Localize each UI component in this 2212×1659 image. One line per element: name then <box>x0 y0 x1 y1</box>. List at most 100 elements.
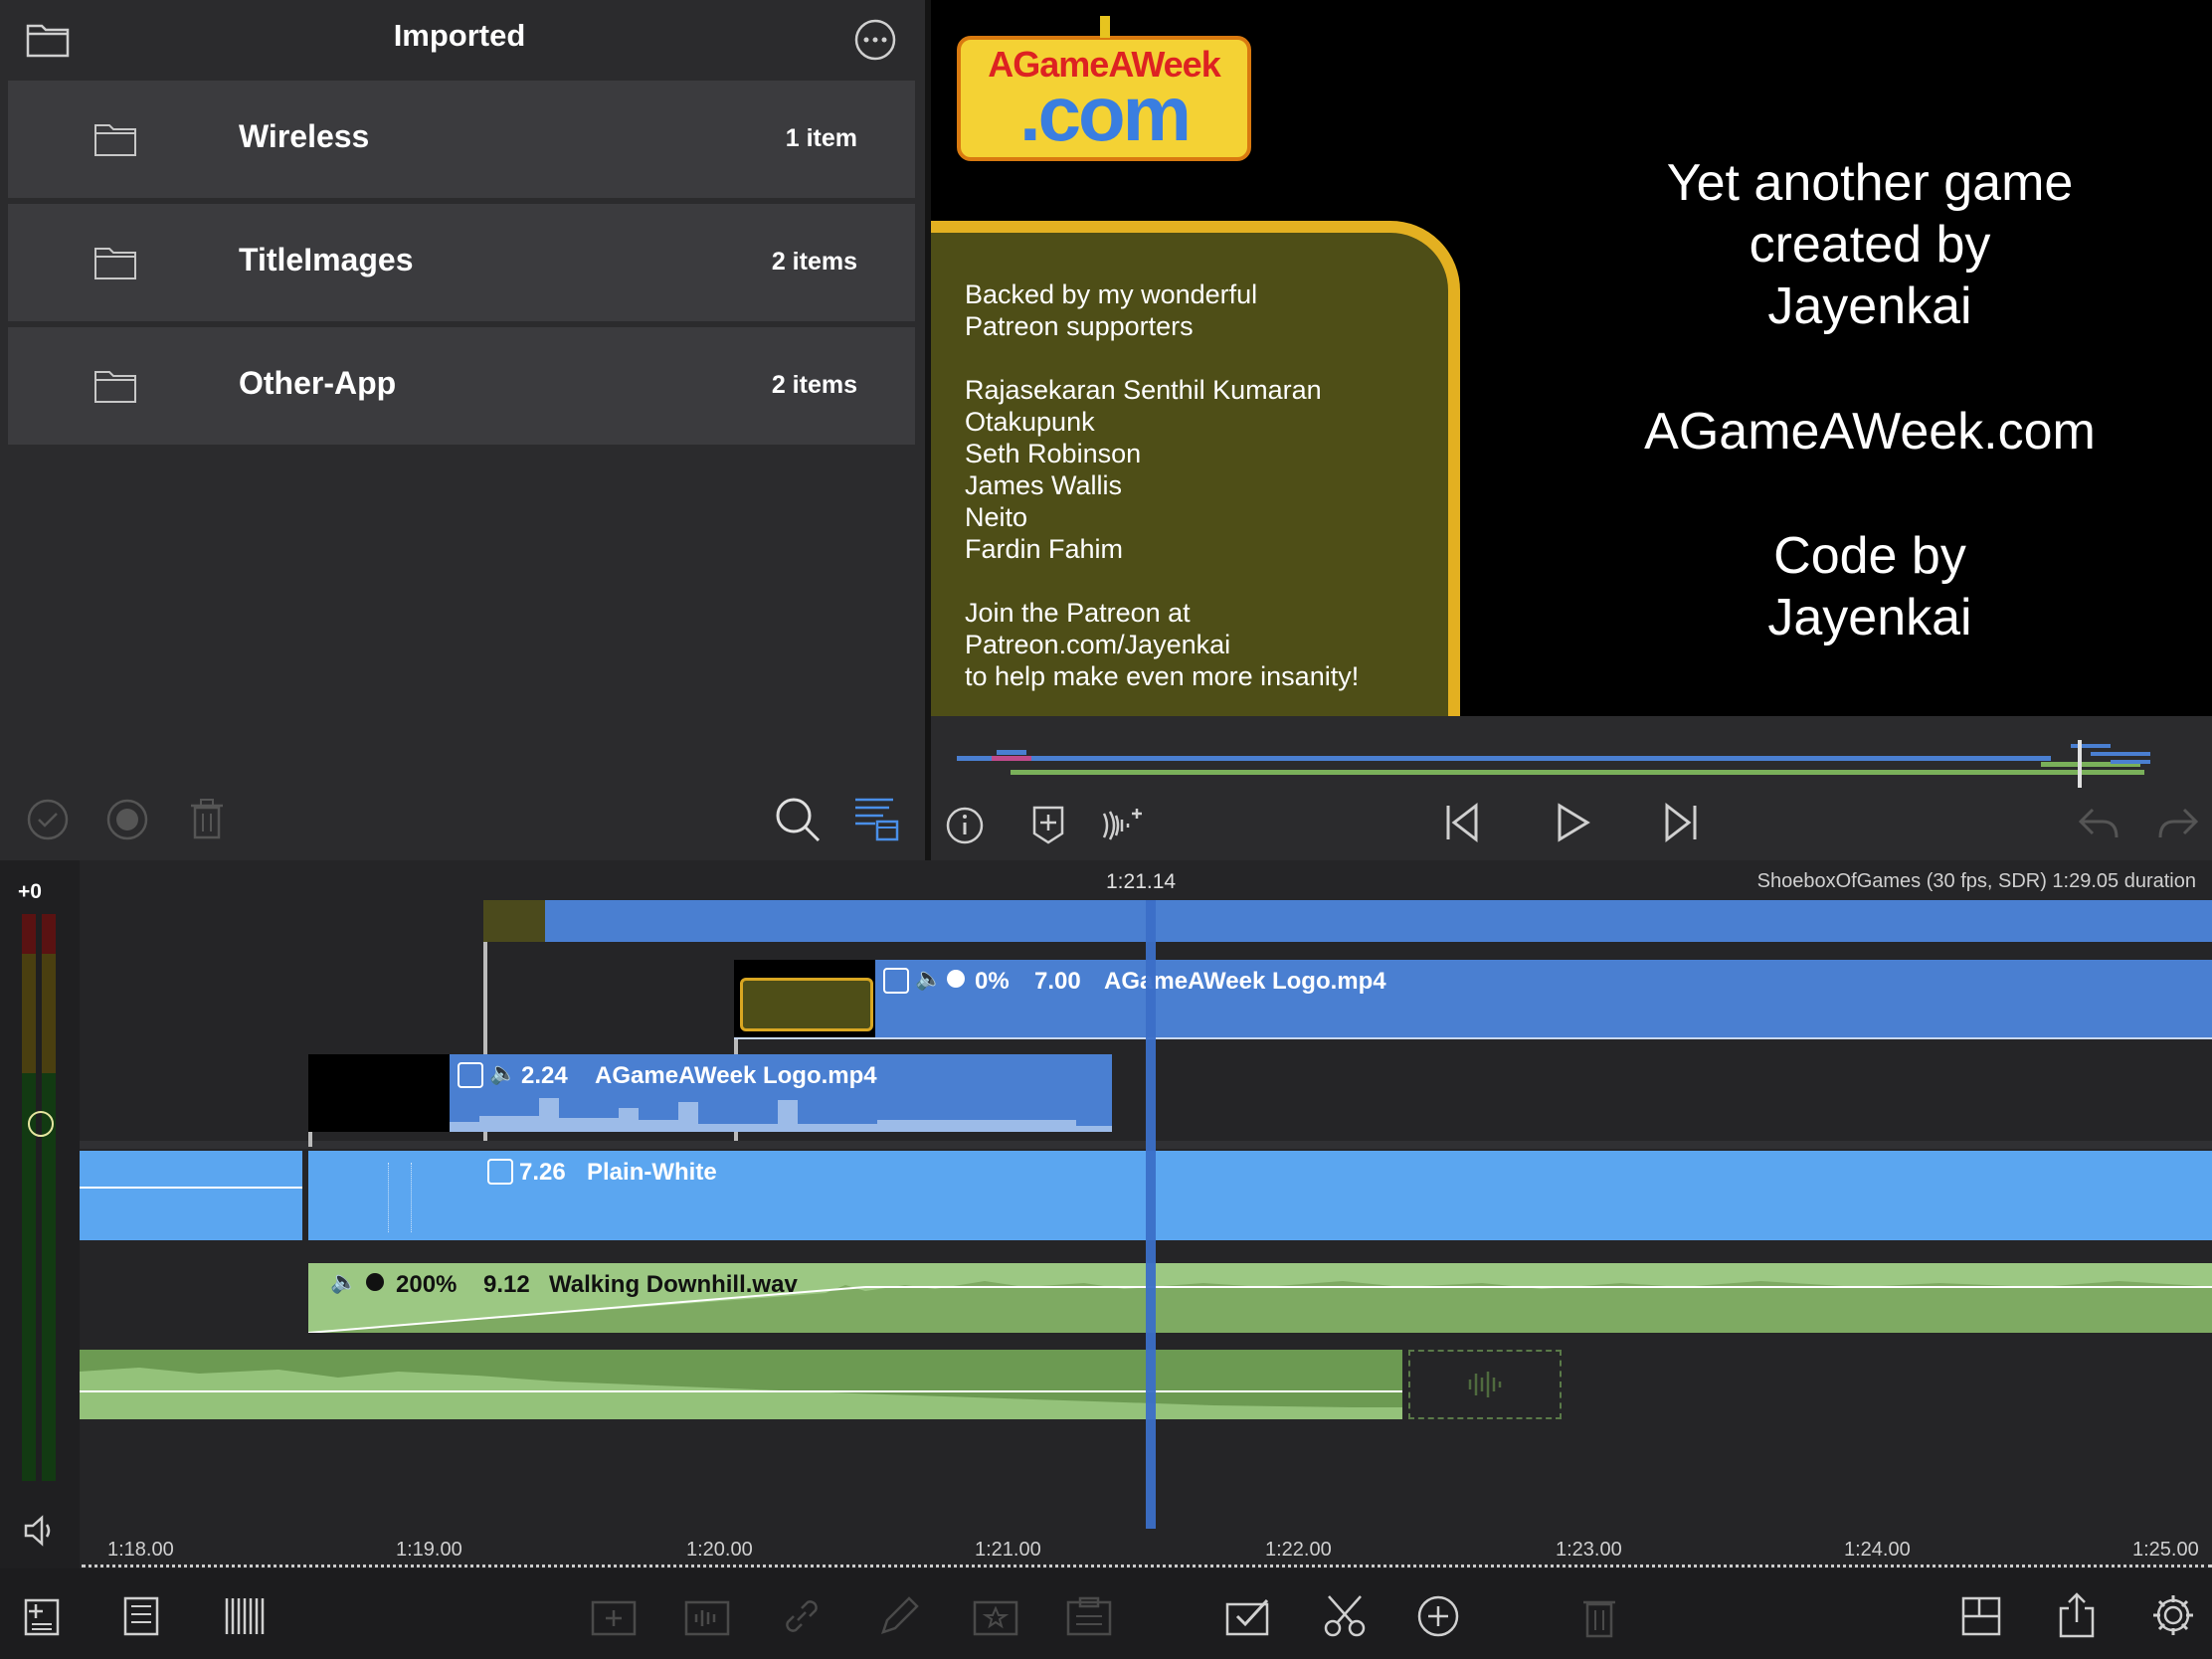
checkmark-icon[interactable] <box>26 798 70 841</box>
playhead[interactable] <box>1146 900 1156 1529</box>
agameaweek-logo: AGameAWeek .com <box>957 36 1251 161</box>
select-check-icon[interactable] <box>1223 1594 1273 1638</box>
ruler-label: 1:21.00 <box>975 1539 1041 1561</box>
credit-line: AGameAWeek.com <box>1644 403 2096 461</box>
credit-line: created by <box>1749 216 1991 274</box>
overview-playhead[interactable] <box>2078 740 2082 788</box>
speed-icon <box>366 1273 384 1291</box>
list-view-icon[interactable] <box>853 796 899 841</box>
folder-row-titleimages[interactable]: TitleImages 2 items <box>8 204 915 321</box>
clip-duration: 7.00 <box>1034 968 1081 995</box>
clip-speed: 200% <box>396 1271 458 1298</box>
redo-icon[interactable] <box>2156 806 2200 841</box>
add-title-icon[interactable] <box>589 1594 639 1638</box>
panel-divider[interactable] <box>925 0 931 860</box>
video-preview[interactable]: AGameAWeek .com Backed by my wonderful P… <box>931 0 2212 716</box>
folder-item-count: 1 item <box>785 124 857 152</box>
inspector-icon[interactable] <box>121 1594 161 1638</box>
folder-icon <box>93 366 137 404</box>
audio-placeholder[interactable] <box>1408 1350 1562 1419</box>
speaker-icon: 🔈 <box>915 966 943 991</box>
delete-icon[interactable] <box>1581 1594 1617 1638</box>
settings-gear-icon[interactable] <box>2150 1592 2196 1638</box>
walking-downhill-clip[interactable]: 🔈 200% 9.12 Walking Downhill.wav <box>308 1263 2212 1333</box>
logo-clip-lower[interactable]: 🔈 2.24 AGameAWeek Logo.mp4 <box>308 1054 1112 1132</box>
background-audio-clip[interactable] <box>80 1350 1402 1419</box>
favorite-icon[interactable] <box>971 1594 1020 1638</box>
add-media-icon[interactable] <box>22 1594 62 1638</box>
video-icon <box>883 968 909 994</box>
skip-forward-icon[interactable] <box>1663 802 1699 843</box>
voiceover-icon[interactable] <box>1100 806 1144 845</box>
plain-white-clip[interactable]: 7.26 Plain-White <box>308 1151 2212 1240</box>
more-options-icon[interactable] <box>853 18 897 62</box>
ruler-label: 1:19.00 <box>396 1539 462 1561</box>
search-icon[interactable] <box>774 796 822 843</box>
clip-name: Walking Downhill.wav <box>549 1271 798 1298</box>
title-clip[interactable] <box>483 900 2212 942</box>
speaker-icon: 🔈 <box>330 1269 358 1294</box>
clip-duration: 9.12 <box>483 1271 530 1298</box>
clip-duration: 7.26 <box>519 1159 566 1186</box>
ruler-label: 1:18.00 <box>107 1539 174 1561</box>
ruler-label: 1:20.00 <box>686 1539 753 1561</box>
info-icon[interactable] <box>945 806 985 845</box>
browser-title: Imported <box>393 18 526 53</box>
scissors-icon[interactable] <box>1321 1592 1369 1640</box>
clip-duration: 2.24 <box>521 1062 568 1089</box>
credit-line: Jayenkai <box>1767 277 1972 335</box>
add-marker-icon[interactable] <box>1030 804 1066 845</box>
record-icon[interactable] <box>105 798 149 841</box>
credit-line: Yet another game <box>1666 154 2074 212</box>
ruler-label: 1:25.00 <box>2132 1539 2199 1561</box>
folder-name: Wireless <box>239 118 370 154</box>
clip-thumbnail <box>388 1163 412 1232</box>
speed-icon <box>947 970 965 988</box>
clipboard-icon[interactable] <box>1064 1594 1114 1638</box>
playhead-time: 1:21.14 <box>1106 870 1177 893</box>
folder-row-wireless[interactable]: Wireless 1 item <box>8 81 915 198</box>
ruler-label: 1:24.00 <box>1844 1539 1911 1561</box>
viewer-controls <box>931 716 2212 860</box>
logo-figure <box>1100 16 1110 38</box>
volume-knob[interactable] <box>28 1111 54 1137</box>
clip-thumbnail <box>483 900 545 942</box>
skip-back-icon[interactable] <box>1444 802 1480 843</box>
folder-item-count: 2 items <box>771 371 857 399</box>
audio-meter: +0 <box>0 860 80 1568</box>
undo-icon[interactable] <box>2077 806 2120 841</box>
timeline-overview[interactable] <box>957 740 2190 788</box>
project-info: ShoeboxOfGames (30 fps, SDR) 1:29.05 dur… <box>1756 870 2196 892</box>
folder-icon <box>93 119 137 157</box>
share-icon[interactable] <box>2055 1590 2099 1638</box>
timeline-zoom-icon[interactable] <box>223 1594 267 1638</box>
volume-offset: +0 <box>18 880 42 903</box>
logo-text-bottom: .com <box>1018 70 1192 157</box>
clip-thumbnail <box>734 960 875 1037</box>
pencil-icon[interactable] <box>877 1594 921 1638</box>
storyline-clip[interactable] <box>80 1151 302 1240</box>
bottom-toolbar <box>0 1568 2212 1659</box>
folder-row-other-app[interactable]: Other-App 2 items <box>8 327 915 445</box>
layout-icon[interactable] <box>1959 1594 2003 1638</box>
add-circle-icon[interactable] <box>1416 1594 1460 1638</box>
credit-line: Jayenkai <box>1767 589 1972 646</box>
trash-icon[interactable] <box>189 798 225 839</box>
timeline[interactable]: 1:21.14 ShoeboxOfGames (30 fps, SDR) 1:2… <box>0 860 2212 1568</box>
speaker-icon[interactable] <box>22 1515 58 1547</box>
link-icon[interactable] <box>780 1594 824 1638</box>
clip-thumbnail <box>308 1054 450 1132</box>
folder-item-count: 2 items <box>771 248 857 276</box>
folder-name: Other-App <box>239 365 397 401</box>
play-icon[interactable] <box>1556 802 1591 843</box>
clip-name: AGameAWeek Logo.mp4 <box>595 1062 877 1089</box>
ruler-label: 1:22.00 <box>1265 1539 1332 1561</box>
clip-speed: 0% <box>975 968 1010 995</box>
speaker-icon: 🔈 <box>489 1060 517 1085</box>
ruler-ticks <box>82 1565 2212 1567</box>
logo-clip-upper[interactable]: 🔈 0% 7.00 AGameAWeek Logo.mp4 <box>734 960 2212 1039</box>
media-browser: Imported Wireless 1 item TitleImages 2 i… <box>0 0 925 860</box>
audio-clip-icon[interactable] <box>682 1594 732 1638</box>
folder-icon <box>93 243 137 280</box>
credits-text: Backed by my wonderful Patreon supporter… <box>965 279 1360 691</box>
